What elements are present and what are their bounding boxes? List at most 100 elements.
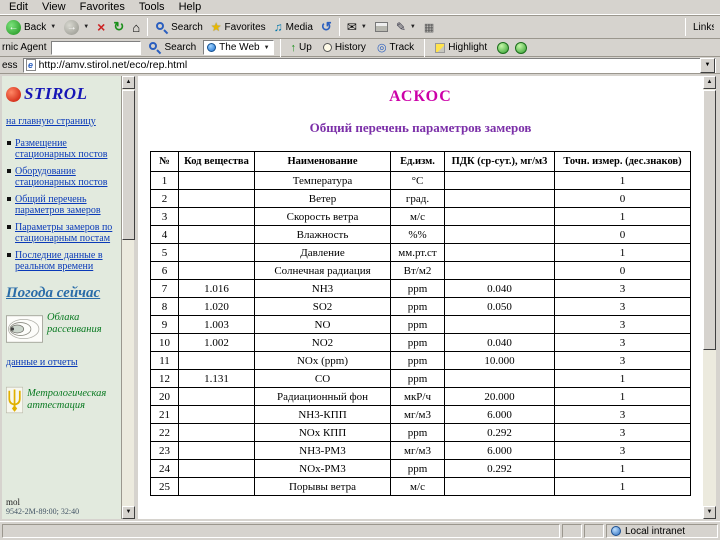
table-row: 7 1.016 NH3 ppm 0.040 3 xyxy=(150,279,691,298)
media-icon: ♫ xyxy=(273,20,283,34)
table-cell: мг/м3 xyxy=(390,441,445,460)
scrollbar-thumb[interactable] xyxy=(703,90,716,350)
table-cell: 12 xyxy=(150,369,179,388)
metrology-figure: Метрологическая аттестация xyxy=(6,380,119,420)
page-content: STIROL на главную страницу Размещение ст… xyxy=(0,74,720,521)
agent-engine-select[interactable]: The Web ▼ xyxy=(203,40,274,55)
address-dropdown-button[interactable]: ▼ xyxy=(700,57,715,73)
table-body: 1 Температура °C 12 Ветер град. 03 Скорост… xyxy=(150,171,691,496)
sidebar-link[interactable]: Последние данные в реальном времени xyxy=(15,250,119,273)
table-cell: 11 xyxy=(150,351,179,370)
dispersion-clouds-image[interactable] xyxy=(6,312,43,346)
table-cell: 3 xyxy=(554,315,691,334)
mail-button[interactable]: ✉ ▼ xyxy=(343,16,371,38)
forward-button[interactable]: → ▼ xyxy=(60,16,93,38)
back-dropdown-icon[interactable]: ▼ xyxy=(50,24,56,30)
table-cell: 20 xyxy=(150,387,179,406)
sidebar-weather-link[interactable]: Погода сейчас xyxy=(6,285,100,302)
stirol-logo[interactable]: STIROL xyxy=(6,84,119,104)
sidebar-link[interactable]: Параметры замеров по стационарным постам xyxy=(15,222,119,245)
url-input[interactable] xyxy=(38,58,697,72)
bullet-icon xyxy=(7,168,11,173)
toolbar-separator xyxy=(338,18,340,36)
edit-button[interactable]: ✎ ▼ xyxy=(392,16,420,38)
menu-item-favorites[interactable]: Favorites xyxy=(73,0,132,15)
security-zone-label: Local intranet xyxy=(625,525,686,537)
agent-track-button[interactable]: ◎ Track xyxy=(373,40,418,56)
mail-dropdown-icon[interactable]: ▼ xyxy=(361,24,367,30)
table-cell: Ветер xyxy=(254,189,391,208)
sidebar-reports-link[interactable]: данные и отчеты xyxy=(6,357,78,369)
clouds-caption[interactable]: Облака рассеивания xyxy=(47,312,119,336)
table-cell: 1 xyxy=(150,171,179,190)
table-cell: 0.040 xyxy=(444,279,555,298)
forward-dropdown-icon[interactable]: ▼ xyxy=(83,24,89,30)
agent-highlight-button[interactable]: Highlight xyxy=(431,40,491,56)
table-cell: 0.040 xyxy=(444,333,555,352)
stop-button[interactable]: × xyxy=(93,16,109,38)
table-cell: 22 xyxy=(150,423,179,442)
edit-dropdown-icon[interactable]: ▼ xyxy=(410,24,416,30)
agent-search-input[interactable] xyxy=(51,40,142,55)
table-cell: 3 xyxy=(554,441,691,460)
history-button[interactable]: ↺ xyxy=(317,16,336,38)
table-row: 8 1.020 SO2 ppm 0.050 3 xyxy=(150,297,691,316)
table-row: 20 Радиационный фон мкР/ч 20.000 1 xyxy=(150,387,691,406)
sidebar-scrollbar[interactable]: ▲ ▼ xyxy=(121,76,135,519)
agent-history-button[interactable]: History xyxy=(319,40,370,56)
table-cell xyxy=(178,261,255,280)
search-button[interactable]: Search xyxy=(151,16,207,38)
back-button[interactable]: ← Back ▼ xyxy=(2,16,60,38)
table-cell: град. xyxy=(390,189,445,208)
agent-highlight-label: Highlight xyxy=(448,42,488,53)
menu-item-view[interactable]: View xyxy=(35,0,73,15)
sidebar-link[interactable]: Общий перечень параметров замеров xyxy=(15,194,119,217)
agent-orb-icon[interactable] xyxy=(515,41,528,54)
menu-item-help[interactable]: Help xyxy=(172,0,209,15)
toolbar-separator xyxy=(424,38,426,57)
address-field[interactable]: e ▼ xyxy=(22,57,716,73)
table-cell: м/с xyxy=(390,477,445,496)
table-cell: 21 xyxy=(150,405,179,424)
scroll-down-button[interactable]: ▼ xyxy=(703,506,716,519)
menu-item-tools[interactable]: Tools xyxy=(132,0,172,15)
agent-orb-icon[interactable] xyxy=(497,41,510,54)
table-cell: 1 xyxy=(554,477,691,496)
table-cell: 1.131 xyxy=(178,369,255,388)
discuss-button[interactable]: ▦ xyxy=(420,16,438,38)
table-cell: 1 xyxy=(554,369,691,388)
table-cell: 1 xyxy=(554,171,691,190)
sidebar-link[interactable]: Размещение стационарных постов xyxy=(15,138,119,161)
discuss-icon: ▦ xyxy=(423,21,435,34)
table-cell xyxy=(178,387,255,406)
refresh-button[interactable]: ↻ xyxy=(109,16,128,38)
favorites-label: Favorites xyxy=(224,21,266,33)
up-arrow-icon: ↑ xyxy=(290,41,297,54)
table-cell: ppm xyxy=(390,333,445,352)
status-message-pane xyxy=(2,524,560,538)
agent-search-button[interactable]: Search xyxy=(144,40,200,56)
links-toolbar[interactable]: Links xyxy=(689,16,718,38)
media-button[interactable]: ♫ Media xyxy=(270,16,317,38)
table-cell xyxy=(178,405,255,424)
print-button[interactable] xyxy=(371,16,392,38)
table-cell xyxy=(178,243,255,262)
main-scrollbar[interactable]: ▲ ▼ xyxy=(703,76,716,519)
scrollbar-thumb[interactable] xyxy=(122,90,135,240)
search-label: Search xyxy=(171,21,203,33)
scroll-down-button[interactable]: ▼ xyxy=(122,506,135,519)
agent-up-button[interactable]: ↑ Up xyxy=(287,40,316,56)
home-button[interactable]: ⌂ xyxy=(128,16,144,38)
sidebar-link[interactable]: Оборудование стационарных постов xyxy=(15,166,119,189)
table-cell: 5 xyxy=(150,243,179,262)
parameters-table: № Код вещества Наименование Ед.изм. ПДК (ср-… xyxy=(150,151,691,496)
scroll-up-button[interactable]: ▲ xyxy=(122,76,135,89)
menu-item-edit[interactable]: Edit xyxy=(2,0,35,15)
stirol-logo-icon xyxy=(6,86,21,102)
back-label: Back xyxy=(24,21,47,33)
sidebar-home-link[interactable]: на главную страницу xyxy=(6,116,96,128)
scroll-up-button[interactable]: ▲ xyxy=(703,76,716,89)
favorites-button[interactable]: ★ Favorites xyxy=(207,16,270,38)
table-cell: 1.002 xyxy=(178,333,255,352)
column-header: Наименование xyxy=(254,151,391,172)
